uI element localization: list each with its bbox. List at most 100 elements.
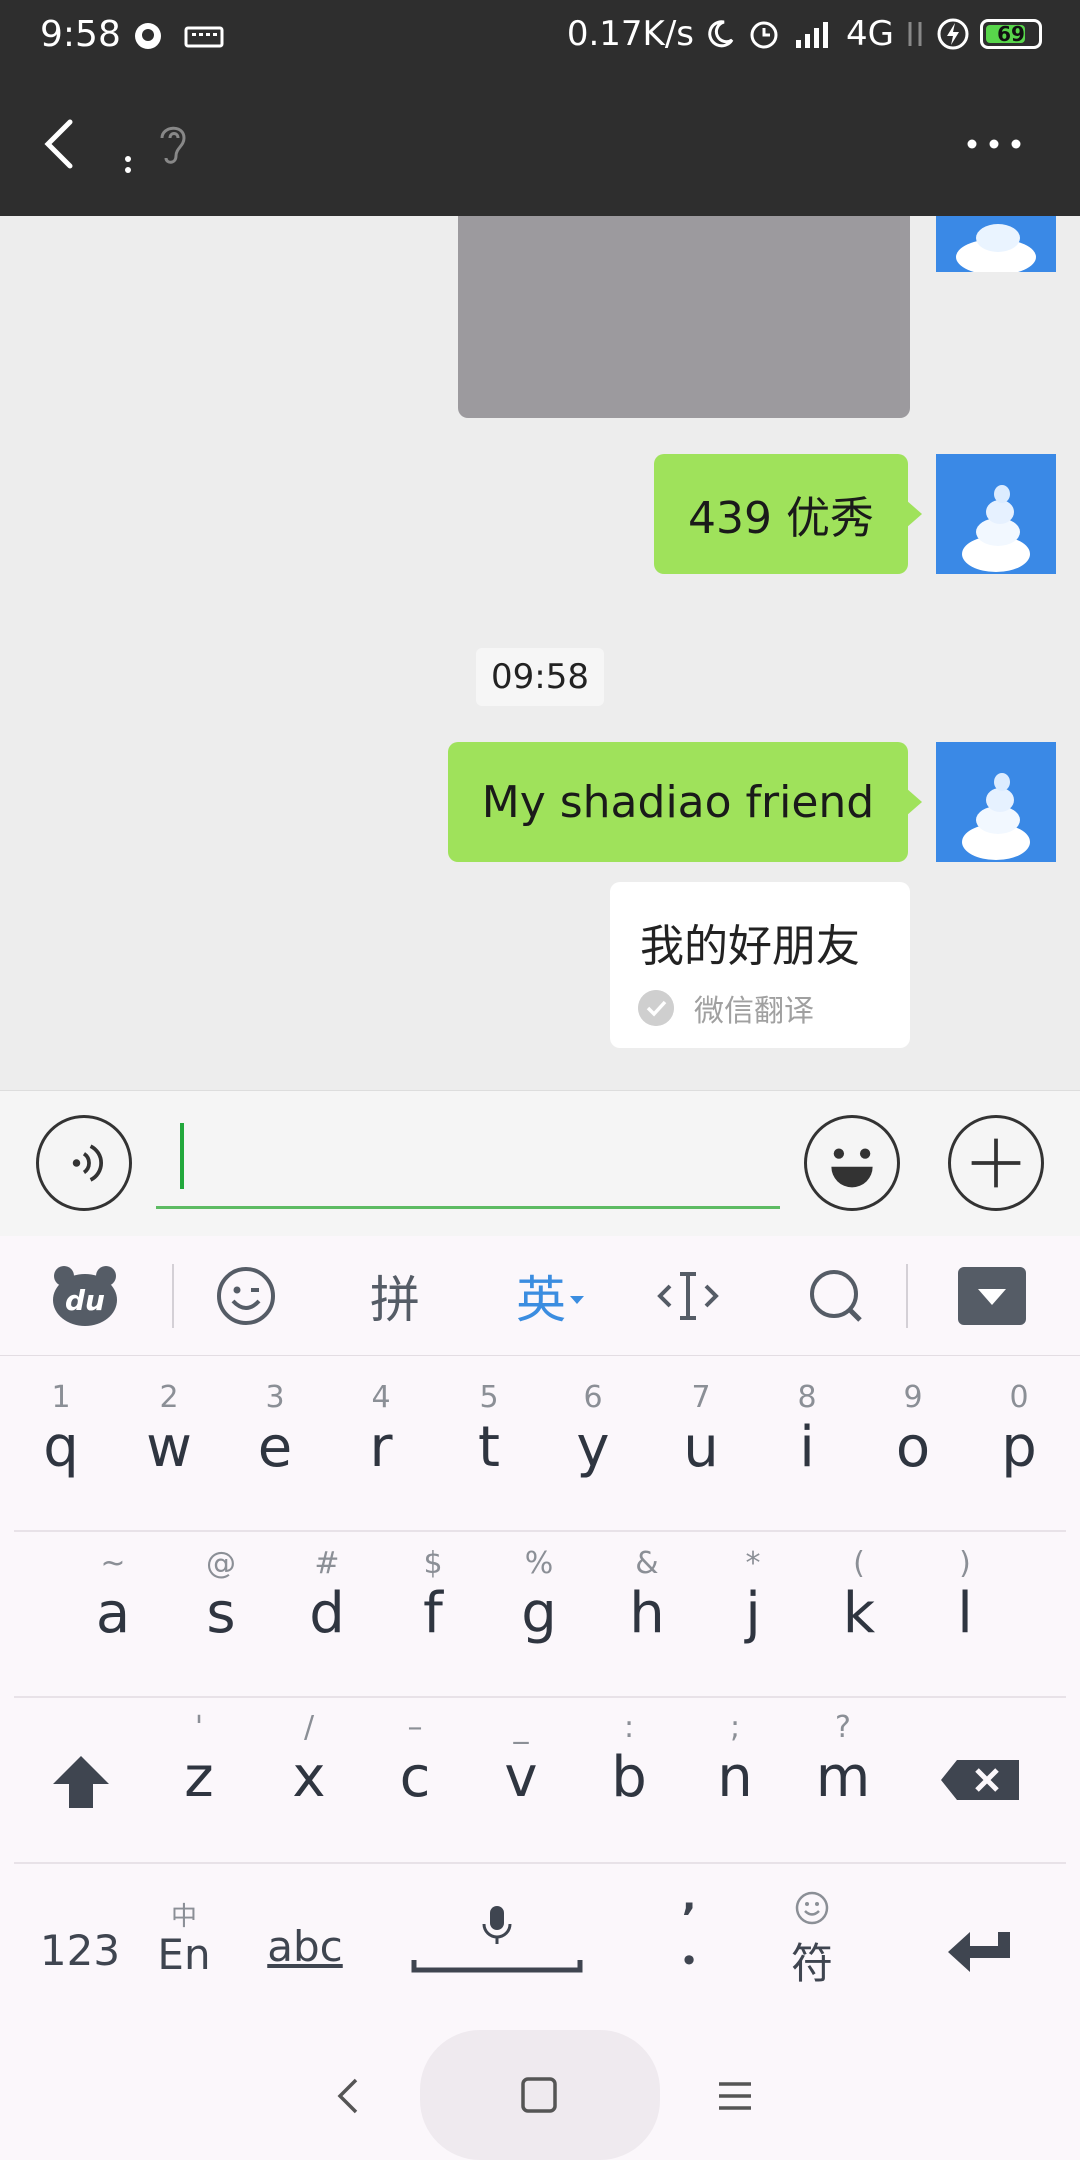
key-g[interactable]: % g [500, 1544, 578, 1644]
emoji-tool-button[interactable] [214, 1262, 278, 1330]
symbols-label: 符 [790, 1939, 833, 1988]
avatar[interactable] [936, 454, 1056, 574]
space-mic-icon [411, 1906, 583, 1973]
key-y[interactable]: 6y [554, 1378, 632, 1478]
keyboard: 1q 2w 3e 4r 5t 6y 7u 8i 9o 0p ~ a @ s # d $… [0, 1356, 1080, 2030]
language-switch-label: En [157, 1930, 211, 1979]
battery-level: 69 [997, 22, 1025, 46]
nav-menu-icon[interactable] [716, 2078, 754, 2114]
avatar[interactable] [936, 742, 1056, 862]
numbers-key[interactable]: 123 [36, 1926, 124, 1975]
key-p[interactable]: 0p [980, 1378, 1058, 1478]
ear-mode-icon [160, 126, 186, 164]
key-b[interactable]: :b [590, 1708, 668, 1808]
avatar[interactable] [936, 216, 1056, 272]
shift-arrow-icon [53, 1756, 109, 1808]
symbols-key[interactable]: 符 [780, 1890, 844, 1991]
pinyin-mode-button[interactable]: 拼 [360, 1262, 430, 1330]
key-x[interactable]: / x [270, 1708, 348, 1808]
charging-icon [937, 18, 969, 50]
search-tool-button[interactable] [806, 1262, 866, 1330]
back-arrow-icon[interactable] [36, 116, 84, 172]
key-i[interactable]: 8i [768, 1378, 846, 1478]
text-cursor [180, 1123, 184, 1189]
key-q[interactable]: 1q [22, 1378, 100, 1478]
language-switch-key[interactable]: 中 En [148, 1896, 220, 1979]
key-k[interactable]: (k [820, 1544, 898, 1644]
row-divider [14, 1696, 1066, 1698]
key-z[interactable]: ' z [160, 1708, 238, 1808]
svg-text:du: du [65, 1284, 105, 1317]
network-speed: 0.17K/s [566, 14, 695, 54]
key-v[interactable]: _ v [482, 1708, 560, 1808]
message-input[interactable] [156, 1117, 780, 1209]
keyboard-toolbar: du 拼 英 [0, 1236, 1080, 1356]
status-time: 9:58 [40, 14, 121, 55]
message-bubble[interactable]: 439 优秀 [654, 454, 922, 574]
punctuation-main: • [679, 1942, 699, 1980]
backspace-icon [941, 1760, 1019, 1800]
qq-notification-icon [135, 23, 161, 49]
nav-home-button[interactable] [420, 2030, 660, 2160]
key-o[interactable]: 9o [874, 1378, 952, 1478]
wink-face-icon [217, 1267, 275, 1325]
enter-arrow-icon [948, 1932, 1010, 1972]
punctuation-key[interactable]: ’ • [664, 1896, 714, 1980]
image-message[interactable] [458, 216, 910, 418]
baidu-du-logo-button[interactable]: du [50, 1262, 120, 1330]
emoji-button[interactable] [804, 1115, 900, 1211]
search-icon [810, 1270, 862, 1322]
chat-area[interactable]: 439 优秀 09:58 My shadiao friend 我的好朋友 微信翻… [0, 216, 1080, 1090]
key-a[interactable]: ~ a [74, 1544, 152, 1644]
key-e[interactable]: 3e [236, 1378, 314, 1478]
smiley-icon [831, 1148, 873, 1188]
hide-keyboard-icon [958, 1267, 1026, 1325]
english-mode-button[interactable]: 英 [508, 1262, 594, 1330]
battery-icon: 69 [980, 19, 1042, 49]
voice-icon [72, 1144, 104, 1182]
message-input-bar [0, 1090, 1080, 1236]
backspace-key[interactable] [938, 1758, 1022, 1808]
abc-key[interactable]: abc [262, 1922, 348, 1971]
translation-text: 我的好朋友 [640, 921, 860, 972]
message-text: 439 优秀 [688, 493, 874, 544]
translation-label: 微信翻译 [694, 994, 814, 1029]
key-n[interactable]: ; n [696, 1708, 774, 1808]
key-u[interactable]: 7u [662, 1378, 740, 1478]
nav-back-icon[interactable] [334, 2076, 362, 2116]
home-square-icon [521, 2077, 557, 2113]
key-d[interactable]: # d [288, 1544, 366, 1644]
cursor-move-icon [657, 1272, 719, 1320]
du-bear-icon: du [53, 1266, 117, 1326]
key-c[interactable]: – c [376, 1708, 454, 1808]
check-icon [638, 990, 674, 1026]
punctuation-top: ’ [681, 1896, 697, 1942]
language-switch-sub: 中 [170, 1902, 197, 1932]
shift-key[interactable] [46, 1752, 116, 1822]
more-options-icon[interactable] [964, 132, 1024, 156]
space-key[interactable] [410, 1900, 584, 1980]
hide-keyboard-button[interactable] [958, 1262, 1026, 1330]
key-j[interactable]: * j [714, 1544, 792, 1644]
row-divider [14, 1862, 1066, 1864]
english-mode-label: 英 [516, 1271, 566, 1329]
key-h[interactable]: & h [608, 1544, 686, 1644]
key-w[interactable]: 2w [130, 1378, 208, 1478]
key-r[interactable]: 4r [342, 1378, 420, 1478]
key-t[interactable]: 5t [450, 1378, 528, 1478]
message-bubble[interactable]: My shadiao friend [448, 742, 922, 862]
network-type: 4G [846, 14, 894, 54]
enter-key[interactable] [944, 1928, 1016, 1978]
translation-card[interactable]: 我的好朋友 微信翻译 [610, 882, 910, 1048]
add-more-button[interactable] [948, 1115, 1044, 1211]
voice-button[interactable] [36, 1115, 132, 1211]
key-s[interactable]: @ s [182, 1544, 260, 1644]
plus-icon [971, 1138, 1021, 1188]
cursor-move-button[interactable] [656, 1262, 720, 1330]
moon-icon [708, 20, 734, 48]
key-m[interactable]: ? m [804, 1708, 882, 1808]
status-right: 0.17K/s 4G 69 [567, 14, 1042, 54]
key-f[interactable]: $ f [394, 1544, 472, 1644]
key-l[interactable]: ) l [926, 1544, 1004, 1644]
message-timestamp: 09:58 [476, 648, 604, 706]
